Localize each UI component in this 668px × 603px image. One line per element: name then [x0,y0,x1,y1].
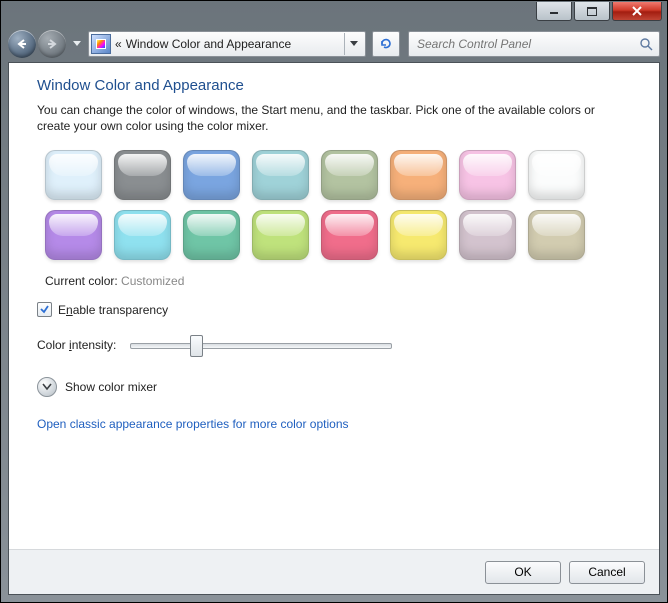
page-title: Window Color and Appearance [37,77,631,94]
minimize-icon [549,7,559,15]
back-button[interactable] [8,30,36,58]
show-color-mixer-label: Show color mixer [65,380,157,394]
current-color-label: Current color: [45,274,118,288]
maximize-button[interactable] [574,2,610,21]
color-swatch[interactable] [45,210,102,260]
maximize-icon [587,7,597,16]
color-swatch[interactable] [183,150,240,200]
color-swatch[interactable] [252,150,309,200]
classic-appearance-link[interactable]: Open classic appearance properties for m… [37,417,631,431]
expand-button[interactable] [37,377,57,397]
personalization-icon [91,34,111,54]
nav-buttons [8,30,66,58]
page-description: You can change the color of windows, the… [37,102,631,134]
color-swatch[interactable] [114,150,171,200]
address-dropdown[interactable] [344,33,363,55]
color-swatch[interactable] [45,150,102,200]
search-icon [639,37,653,51]
titlebar [0,0,668,26]
search-input[interactable] [415,36,639,52]
breadcrumb-prefix: « [115,37,122,51]
client-area: Window Color and Appearance You can chan… [8,62,660,595]
close-button[interactable] [612,2,662,21]
color-swatch[interactable] [114,210,171,260]
slider-track [130,343,392,349]
ok-button[interactable]: OK [485,561,561,584]
enable-transparency-checkbox[interactable] [37,302,52,317]
color-swatch[interactable] [459,210,516,260]
minimize-button[interactable] [536,2,572,21]
close-icon [631,6,643,16]
chevron-down-icon [350,41,358,47]
content: Window Color and Appearance You can chan… [9,63,659,549]
swatch-row [45,150,631,200]
arrow-left-icon [15,37,29,51]
color-swatch-grid [45,150,631,260]
color-swatch[interactable] [183,210,240,260]
chevron-down-icon [42,383,52,391]
forward-button[interactable] [38,30,66,58]
current-color-value: Customized [121,274,184,288]
color-swatch[interactable] [390,210,447,260]
color-swatch[interactable] [390,150,447,200]
checkmark-icon [39,304,50,315]
dialog-footer: OK Cancel [9,549,659,594]
breadcrumb-text: Window Color and Appearance [126,37,291,51]
search-box[interactable] [408,31,660,57]
swatch-row [45,210,631,260]
address-bar[interactable]: « Window Color and Appearance [88,31,366,57]
enable-transparency-row: Enable transparency [37,302,631,317]
slider-thumb[interactable] [190,335,203,357]
control-panel-window: « Window Color and Appearance Window Col… [0,0,668,603]
color-swatch[interactable] [528,210,585,260]
cancel-button[interactable]: Cancel [569,561,645,584]
enable-transparency-label[interactable]: Enable transparency [58,303,168,317]
color-intensity-label: Color intensity: [37,338,116,352]
navigation-bar: « Window Color and Appearance [0,26,668,62]
show-color-mixer[interactable]: Show color mixer [37,377,631,397]
breadcrumb[interactable]: « Window Color and Appearance [115,37,340,51]
arrow-right-icon [45,37,59,51]
refresh-button[interactable] [372,31,400,57]
recent-pages-dropdown[interactable] [70,35,84,53]
color-swatch[interactable] [252,210,309,260]
current-color: Current color: Customized [45,274,631,288]
color-swatch[interactable] [528,150,585,200]
chevron-down-icon [73,41,81,47]
color-swatch[interactable] [321,150,378,200]
color-swatch[interactable] [459,150,516,200]
color-swatch[interactable] [321,210,378,260]
refresh-icon [379,37,393,51]
color-intensity-slider[interactable] [130,335,392,355]
color-intensity-row: Color intensity: [37,335,631,355]
